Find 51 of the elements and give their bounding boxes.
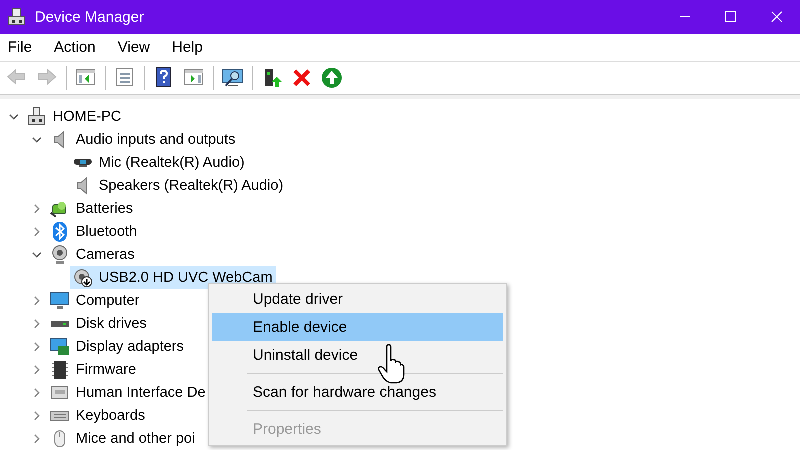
webcam-icon <box>50 244 70 264</box>
chevron-right-icon[interactable] <box>32 434 42 444</box>
chevron-right-icon[interactable] <box>32 296 42 306</box>
tree-item[interactable]: Mic (Realtek(R) Audio) <box>70 151 248 174</box>
tree-item[interactable]: Cameras <box>47 243 138 266</box>
chevron-right-icon[interactable] <box>32 204 42 214</box>
chevron-down-icon[interactable] <box>9 112 19 122</box>
chevron-right-icon[interactable] <box>32 364 42 374</box>
webcam-icon <box>73 268 93 288</box>
chevron-right-icon[interactable] <box>32 388 42 398</box>
tree-item[interactable]: Batteries <box>47 197 136 220</box>
monitor-icon <box>50 290 70 310</box>
menu-item[interactable]: Uninstall device <box>212 341 503 369</box>
menu-item[interactable]: Enable device <box>212 313 503 341</box>
tree-item[interactable]: Audio inputs and outputs <box>47 128 239 151</box>
hand-cursor-icon <box>377 344 405 384</box>
window-title: Device Manager <box>35 8 144 26</box>
tree-item[interactable]: Mice and other poi <box>47 427 198 450</box>
chevron-right-icon[interactable] <box>32 410 42 420</box>
webcam-icon <box>73 158 93 166</box>
bluetooth-icon <box>50 222 70 242</box>
chevron-down-icon[interactable] <box>32 134 42 144</box>
display-adapter-icon <box>50 336 70 356</box>
tree-item[interactable]: Display adapters <box>47 335 187 358</box>
menu-item[interactable]: Help <box>164 38 211 56</box>
tree-item[interactable]: Speakers (Realtek(R) Audio) <box>70 174 287 197</box>
chevron-right-icon[interactable] <box>32 342 42 352</box>
tree-item[interactable]: Firmware <box>47 358 140 381</box>
tree-item[interactable]: Keyboards <box>47 404 148 427</box>
tree-item[interactable]: HOME-PC <box>24 105 124 128</box>
menu-item[interactable]: Action <box>46 38 104 56</box>
tree-item[interactable]: Bluetooth <box>47 220 140 243</box>
chevron-down-icon[interactable] <box>32 250 42 260</box>
tree-item[interactable]: Human Interface De <box>47 381 209 404</box>
computer-icon <box>27 106 47 126</box>
tree-item[interactable]: Disk drives <box>47 312 150 335</box>
chevron-right-icon[interactable] <box>32 318 42 328</box>
menu-item[interactable]: File <box>0 38 40 56</box>
tree-item[interactable]: USB2.0 HD UVC WebCam <box>70 266 276 289</box>
chevron-right-icon[interactable] <box>32 226 42 236</box>
document-icon <box>114 66 136 89</box>
x-icon <box>291 66 313 89</box>
monitor-search-icon <box>222 66 244 89</box>
chip-icon <box>50 360 70 380</box>
menu-item[interactable]: Scan for hardware changes <box>212 378 503 406</box>
drive-icon <box>50 320 70 326</box>
menu-item[interactable]: View <box>110 38 158 56</box>
tree-item[interactable]: Computer <box>47 289 143 312</box>
close-icon <box>771 11 783 23</box>
maximize-icon <box>725 11 737 23</box>
app-icon <box>7 7 27 27</box>
